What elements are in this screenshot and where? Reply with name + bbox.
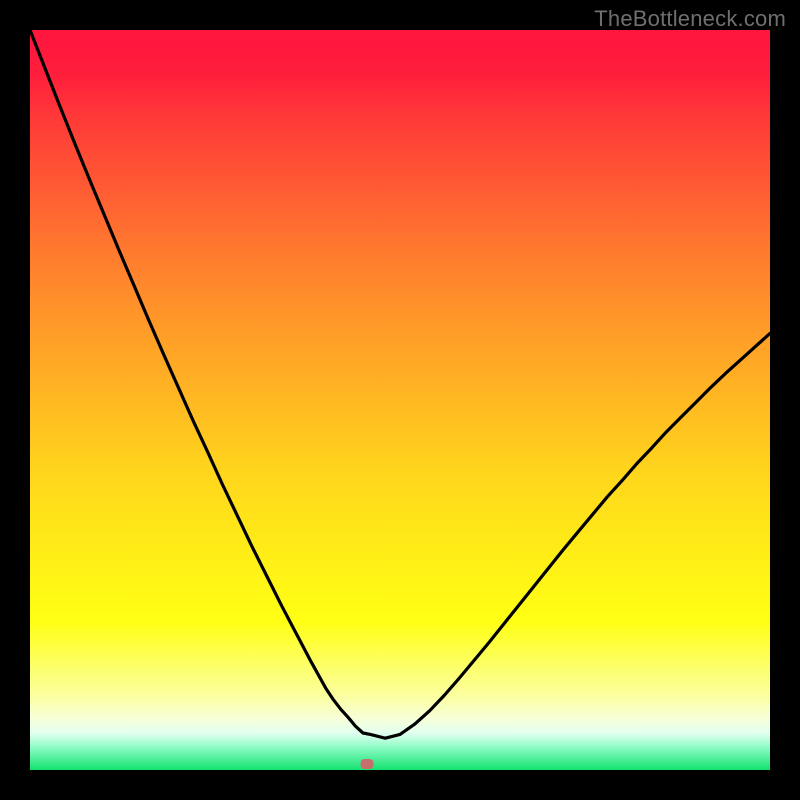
watermark-text: TheBottleneck.com [594, 6, 786, 32]
optimal-point-marker [360, 759, 373, 769]
plot-area [30, 30, 770, 770]
chart-frame: TheBottleneck.com [0, 0, 800, 800]
bottleneck-curve [30, 30, 770, 770]
